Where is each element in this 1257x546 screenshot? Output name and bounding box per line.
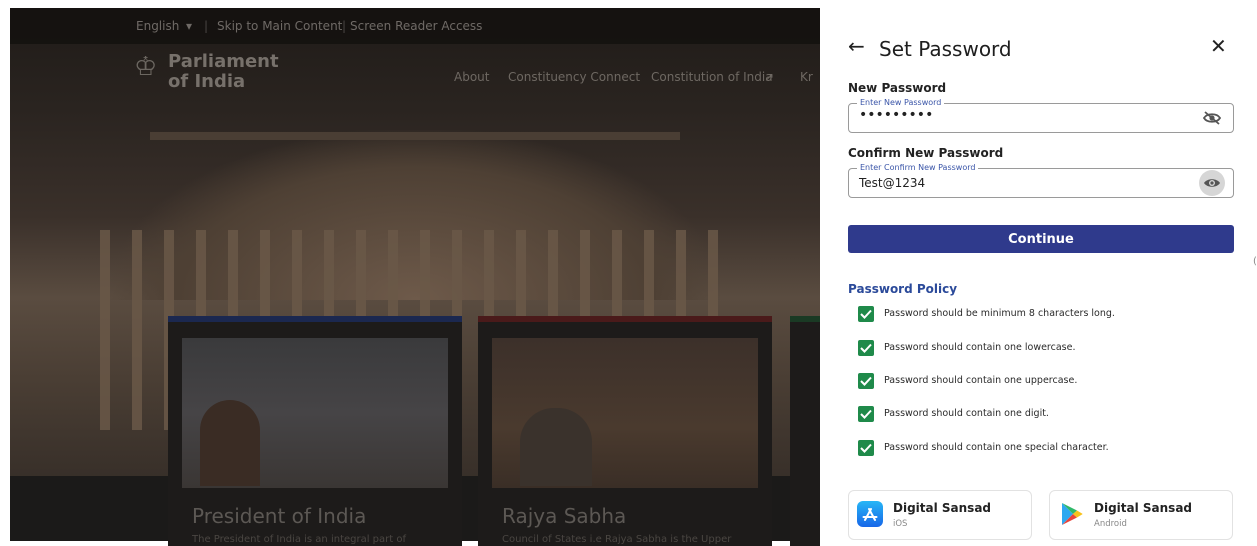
continue-button[interactable]: Continue xyxy=(848,225,1234,253)
new-password-label: New Password xyxy=(848,81,947,95)
logo-line-2: of India xyxy=(168,71,246,92)
nav-constituency-connect[interactable]: Constituency Connect xyxy=(508,70,640,84)
logo-line-1: Parliament xyxy=(168,51,279,72)
check-icon xyxy=(858,440,874,456)
frame-top xyxy=(0,0,820,8)
president-photo xyxy=(200,400,260,486)
nav-about[interactable]: About xyxy=(454,70,489,84)
skip-to-main-link[interactable]: Skip to Main Content xyxy=(217,19,342,33)
confirm-password-legend: Enter Confirm New Password xyxy=(857,163,979,173)
chairman-photo xyxy=(520,408,592,486)
check-icon xyxy=(858,306,874,322)
confirm-password-value: Test@1234 xyxy=(859,176,926,190)
confirm-password-label: Confirm New Password xyxy=(848,146,1004,160)
emblem-icon: ♔ xyxy=(134,52,158,82)
check-icon xyxy=(858,373,874,389)
back-arrow-icon[interactable]: ← xyxy=(848,34,865,58)
eye-icon[interactable] xyxy=(1199,170,1225,196)
app-store-card-ios[interactable]: Digital Sansad iOS xyxy=(848,490,1032,540)
card-subtitle: The President of India is an integral pa… xyxy=(192,534,407,545)
frame-left xyxy=(0,0,10,541)
policy-text: Password should contain one special char… xyxy=(884,442,1109,453)
accessibility-topbar: English ▾ | Skip to Main Content | Scree… xyxy=(10,8,820,44)
card-accent xyxy=(168,316,462,322)
app-name: Digital Sansad xyxy=(893,501,992,515)
google-play-icon xyxy=(1058,501,1084,527)
divider: | xyxy=(204,19,209,33)
close-icon[interactable]: ✕ xyxy=(1210,34,1227,58)
external-link-icon: ↗ xyxy=(764,70,775,84)
site-logo[interactable]: Parliament of India xyxy=(168,52,279,92)
scrollbar-edge: ( xyxy=(1253,256,1257,267)
eye-off-icon[interactable] xyxy=(1199,105,1225,131)
language-selector[interactable]: English xyxy=(136,19,179,33)
card-title: President of India xyxy=(192,504,367,528)
policy-text: Password should contain one uppercase. xyxy=(884,375,1078,386)
policy-text: Password should be minimum 8 characters … xyxy=(884,308,1115,319)
card-accent xyxy=(790,316,820,322)
new-password-field[interactable]: Enter New Password ••••••••• xyxy=(848,98,1234,133)
check-icon xyxy=(858,406,874,422)
nav-constitution[interactable]: Constitution of India xyxy=(651,70,773,84)
policy-text: Password should contain one digit. xyxy=(884,408,1049,419)
check-icon xyxy=(858,340,874,356)
app-name: Digital Sansad xyxy=(1094,501,1193,515)
app-platform: iOS xyxy=(893,519,908,529)
nav-truncated[interactable]: Kr xyxy=(800,70,813,84)
app-store-icon xyxy=(857,501,883,527)
card-accent xyxy=(478,316,772,322)
password-policy-title: Password Policy xyxy=(848,282,958,296)
card-subtitle: Council of States i.e Rajya Sabha is the… xyxy=(502,534,732,545)
policy-text: Password should contain one lowercase. xyxy=(884,342,1076,353)
app-store-card-android[interactable]: Digital Sansad Android xyxy=(1049,490,1233,540)
new-password-value: ••••••••• xyxy=(859,107,934,123)
screen-reader-link[interactable]: Screen Reader Access xyxy=(350,19,482,33)
set-password-drawer: ← Set Password ✕ New Password Enter New … xyxy=(820,0,1257,541)
confirm-password-field[interactable]: Enter Confirm New Password Test@1234 xyxy=(848,163,1234,198)
card-partial[interactable] xyxy=(790,316,820,546)
divider: | xyxy=(342,19,347,33)
app-platform: Android xyxy=(1094,519,1127,529)
building-roofline xyxy=(150,132,680,140)
drawer-title: Set Password xyxy=(879,37,1012,61)
chevron-down-icon: ▾ xyxy=(186,19,193,33)
card-title: Rajya Sabha xyxy=(502,504,627,528)
